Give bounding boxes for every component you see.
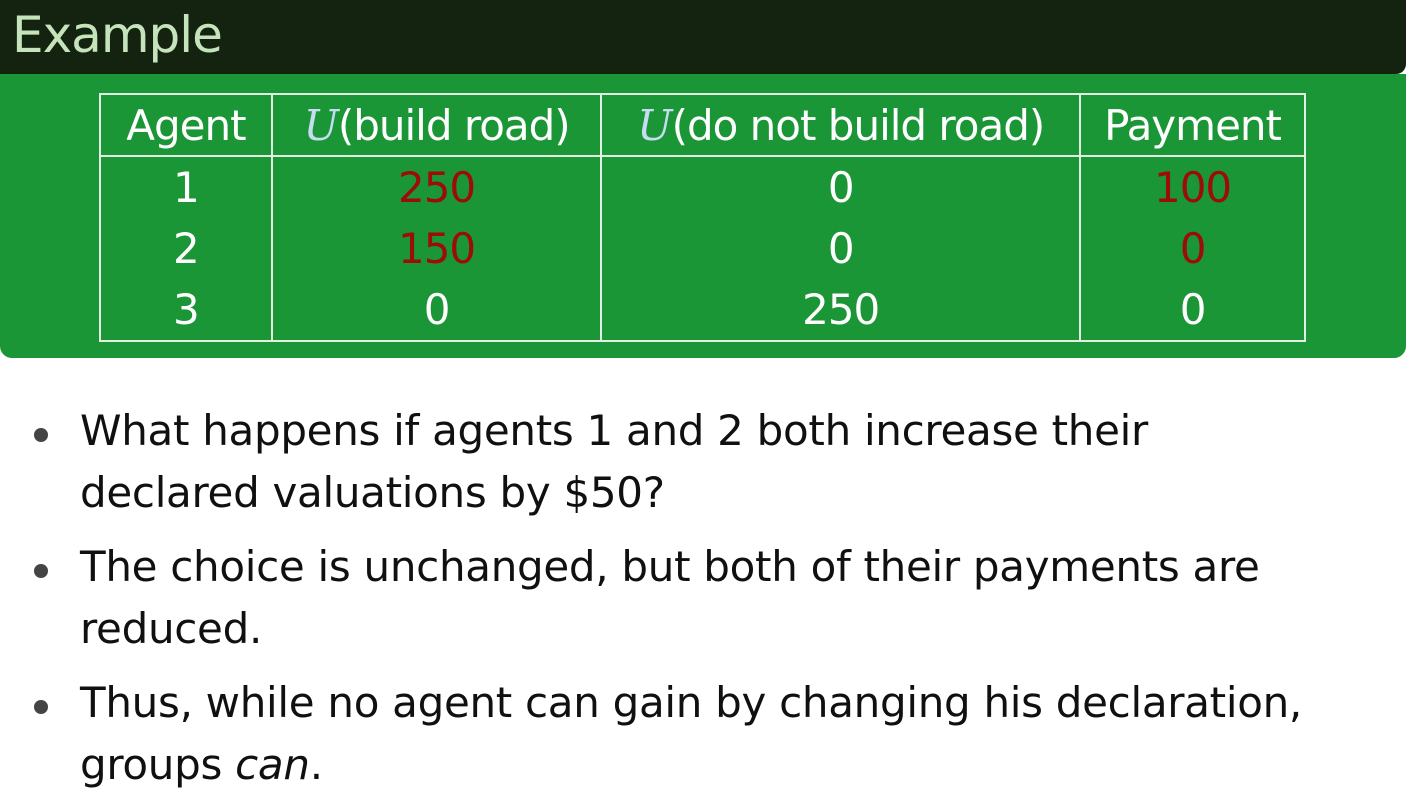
header-agent: Agent [99,93,273,157]
slide-title: Example [12,6,223,64]
cell-payment: 0 [1079,218,1306,279]
cell-u-no-build: 250 [600,279,1082,342]
header-payment: Payment [1079,93,1306,157]
utility-table: Agent U(build road) U(do not build road)… [99,93,1306,342]
header-text: (do not build road) [671,100,1046,150]
bullet-dot-icon [34,428,48,442]
bullet-dot-icon [34,564,48,578]
title-bar: Example [0,0,1406,74]
table-block: Agent U(build road) U(do not build road)… [0,74,1406,358]
header-u-do-not-build-road: U(do not build road) [600,93,1082,157]
bullet-text-part: . [309,740,323,789]
cell-u-no-build: 0 [600,218,1082,279]
table-row: 1 250 0 100 [99,156,1306,218]
bullet-item: Thus, while no agent can gain by changin… [0,672,1406,796]
cell-agent: 3 [99,279,273,342]
cell-u-build: 150 [270,218,603,279]
bullet-text: What happens if agents 1 and 2 both incr… [80,406,1148,517]
u-symbol: U [637,100,672,150]
cell-payment: 0 [1079,279,1306,342]
emphasis-text: can [235,740,310,789]
cell-u-build: 0 [270,279,603,342]
bullet-text: Thus, while no agent can gain by changin… [80,678,1302,789]
bullet-item: The choice is unchanged, but both of the… [0,536,1406,660]
header-u-build-road: U(build road) [270,93,603,157]
table-row: 3 0 250 0 [99,279,1306,342]
cell-u-no-build: 0 [600,156,1082,218]
table-header-row: Agent U(build road) U(do not build road)… [99,93,1306,157]
u-symbol: U [303,100,338,150]
bullet-item: What happens if agents 1 and 2 both incr… [0,400,1406,524]
table-row: 2 150 0 0 [99,218,1306,279]
header-text: (build road) [337,100,571,150]
bullet-text: The choice is unchanged, but both of the… [80,542,1260,653]
cell-u-build: 250 [270,156,603,218]
cell-agent: 2 [99,218,273,279]
bullet-list: What happens if agents 1 and 2 both incr… [0,400,1406,808]
cell-agent: 1 [99,156,273,218]
cell-payment: 100 [1079,156,1306,218]
bullet-dot-icon [34,700,48,714]
